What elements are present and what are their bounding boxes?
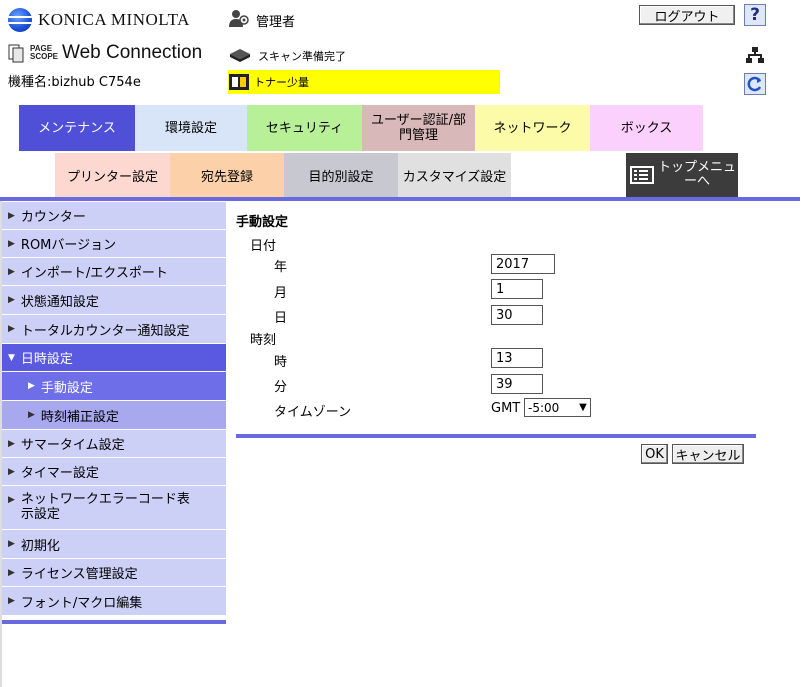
user-name: 管理者 — [256, 14, 296, 30]
scan-status: スキャン準備完了 — [228, 46, 346, 65]
ok-button[interactable]: OK — [641, 444, 668, 464]
toner-icon — [228, 70, 250, 95]
help-icon[interactable]: ? — [744, 4, 766, 26]
sidebar-item-counter[interactable]: ▶ カウンター — [2, 202, 226, 230]
sidebar-item-label: インポート/エクスポート — [20, 266, 168, 281]
sidebar-item-label: サマータイム設定 — [20, 438, 125, 453]
triangle-right-icon: ▶ — [8, 567, 15, 578]
date-section-label: 日付 — [250, 239, 277, 254]
sidebar-item-label: 手動設定 — [40, 380, 93, 396]
scanner-icon — [228, 46, 252, 65]
chevron-down-icon: ▼ — [579, 402, 587, 413]
tab-printer-settings[interactable]: プリンター設定 — [55, 153, 170, 197]
model-name: 機種名:bizhub C754e — [8, 75, 141, 90]
sidebar-item-label: フォント/マクロ編集 — [20, 595, 143, 611]
logout-button[interactable]: ログアウト — [639, 5, 735, 25]
sidebar-item-summer-time[interactable]: ▶ サマータイム設定 — [2, 430, 226, 458]
year-input[interactable]: 2017 — [491, 254, 555, 274]
toner-status-text: トナー少量 — [254, 76, 309, 89]
month-input[interactable]: 1 — [491, 279, 543, 299]
day-label: 日 — [274, 311, 288, 326]
triangle-right-icon: ▶ — [8, 466, 15, 477]
timezone-label: タイムゾーン — [274, 405, 352, 420]
toner-status: トナー少量 — [228, 70, 500, 94]
pagescope-small-2: SCOPE — [30, 52, 59, 61]
triangle-right-icon: ▶ — [8, 495, 15, 505]
top-menu-button[interactable]: トップメニューへ — [626, 153, 738, 197]
timezone-value: -5:00 — [528, 400, 560, 415]
sidebar-item-datetime[interactable]: ▼ 日時設定 — [2, 344, 226, 372]
sidebar-item-time-adjust[interactable]: ▶ 時刻補正設定 — [2, 401, 226, 430]
sidebar-item-label: カウンター — [20, 210, 86, 225]
refresh-icon[interactable] — [744, 73, 766, 95]
sidebar-item-label: 日時設定 — [20, 352, 73, 367]
sidebar-divider — [2, 620, 226, 624]
sidebar-item-label: 時刻補正設定 — [40, 409, 119, 425]
user-indicator: 管理者 — [228, 8, 295, 32]
admin-user-icon — [228, 8, 250, 32]
sitemap-icon[interactable] — [745, 46, 765, 64]
sidebar-item-network-error-code[interactable]: ▶ ネットワークエラーコード表示設定 — [2, 486, 226, 530]
triangle-right-icon: ▶ — [8, 539, 15, 549]
cancel-button[interactable]: キャンセル — [672, 444, 744, 464]
triangle-right-icon: ▶ — [8, 324, 15, 334]
tab-environment[interactable]: 環境設定 — [135, 105, 247, 151]
sidebar-item-timer[interactable]: ▶ タイマー設定 — [2, 458, 226, 486]
hour-input[interactable]: 13 — [491, 348, 543, 368]
tab-user-auth[interactable]: ユーザー認証/部門管理 — [362, 105, 475, 151]
brand-name: KONICA MINOLTA — [38, 10, 190, 29]
page-title: 手動設定 — [236, 215, 289, 230]
pagescope-logo: PAGE SCOPE Web Connection — [8, 42, 202, 64]
header-divider — [0, 197, 800, 201]
sidebar-item-label: トータルカウンター通知設定 — [20, 323, 190, 339]
triangle-right-icon: ▶ — [8, 266, 15, 277]
top-menu-icon — [630, 166, 654, 184]
tab-box[interactable]: ボックス — [590, 105, 703, 151]
konica-minolta-logo: KONICA MINOLTA — [8, 8, 190, 32]
triangle-right-icon: ▶ — [8, 295, 15, 305]
triangle-right-icon: ▶ — [28, 410, 35, 420]
sidebar-item-label: 初期化 — [20, 538, 60, 554]
sidebar-item-total-counter-notify[interactable]: ▶ トータルカウンター通知設定 — [2, 315, 226, 344]
triangle-right-icon: ▶ — [8, 596, 15, 606]
sidebar-item-license[interactable]: ▶ ライセンス管理設定 — [2, 559, 226, 587]
pagescope-icon — [8, 43, 26, 63]
sidebar-item-label: ネットワークエラーコード表示設定 — [20, 492, 190, 522]
globe-icon — [8, 8, 32, 32]
product-name: Web Connection — [62, 42, 203, 63]
sidebar-item-label: タイマー設定 — [20, 466, 99, 481]
content-divider — [236, 434, 756, 438]
tab-network[interactable]: ネットワーク — [475, 105, 590, 151]
scan-status-text: スキャン準備完了 — [258, 49, 346, 63]
triangle-down-icon: ▼ — [8, 352, 15, 363]
triangle-right-icon: ▶ — [8, 438, 15, 449]
sidebar-item-font-macro[interactable]: ▶ フォント/マクロ編集 — [2, 587, 226, 616]
minute-input[interactable]: 39 — [491, 374, 543, 394]
sidebar-item-rom-version[interactable]: ▶ ROMバージョン — [2, 230, 226, 258]
tab-security[interactable]: セキュリティ — [247, 105, 362, 151]
triangle-right-icon: ▶ — [8, 238, 15, 249]
tab-maintenance[interactable]: メンテナンス — [19, 105, 135, 151]
tab-customize-settings[interactable]: カスタマイズ設定 — [398, 153, 511, 197]
triangle-right-icon: ▶ — [8, 210, 15, 221]
timezone-select[interactable]: -5:00 ▼ — [524, 398, 591, 417]
sidebar-item-import-export[interactable]: ▶ インポート/エクスポート — [2, 258, 226, 286]
day-input[interactable]: 30 — [491, 305, 543, 325]
sidebar-item-status-notify[interactable]: ▶ 状態通知設定 — [2, 286, 226, 315]
month-label: 月 — [274, 286, 288, 301]
sidebar-item-label: 状態通知設定 — [20, 294, 99, 310]
time-section-label: 時刻 — [250, 333, 277, 348]
sidebar-item-initialize[interactable]: ▶ 初期化 — [2, 530, 226, 559]
triangle-right-icon: ▶ — [28, 381, 35, 391]
sidebar-item-label: ライセンス管理設定 — [20, 567, 138, 582]
tab-address-registration[interactable]: 宛先登録 — [170, 153, 284, 197]
sidebar-item-label: ROMバージョン — [20, 238, 117, 253]
hour-label: 時 — [274, 355, 288, 370]
sidebar-item-manual-setting[interactable]: ▶ 手動設定 — [2, 372, 226, 401]
tab-purpose-settings[interactable]: 目的別設定 — [284, 153, 398, 197]
top-menu-label: トップメニューへ — [658, 160, 737, 189]
timezone-prefix: GMT — [491, 401, 521, 416]
year-label: 年 — [274, 260, 288, 275]
minute-label: 分 — [274, 380, 288, 395]
